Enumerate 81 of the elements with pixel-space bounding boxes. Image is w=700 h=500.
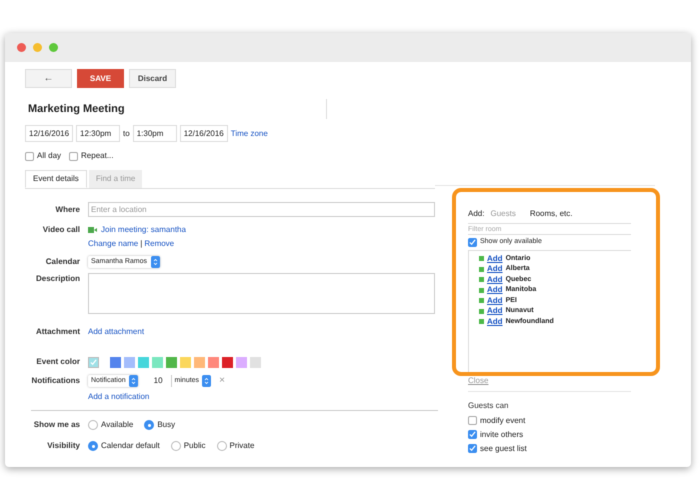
color-swatch[interactable] — [250, 356, 261, 368]
available-square-icon — [479, 256, 484, 262]
to-label: to — [123, 128, 130, 140]
checkbox[interactable] — [25, 152, 34, 160]
select-arrows-icon — [202, 375, 212, 387]
notification-amount-field[interactable]: 10 — [154, 375, 163, 387]
add-room-link[interactable]: Add — [487, 294, 503, 307]
color-swatch[interactable] — [152, 356, 163, 368]
add-room-link[interactable]: Add — [487, 263, 503, 276]
end-time-field[interactable]: 1:30pm — [132, 125, 177, 142]
field-label: Visibility — [46, 440, 80, 452]
select-arrows-icon — [151, 256, 160, 268]
checkbox-label: Repeat... — [81, 150, 114, 162]
description-field[interactable] — [88, 273, 435, 314]
field-label: Video call — [42, 224, 80, 236]
discard-button[interactable]: Discard — [129, 69, 176, 88]
radio-label: Public — [184, 440, 206, 452]
start-time-field[interactable]: 12:30pm — [76, 125, 120, 142]
add-room-link[interactable]: Add — [487, 284, 503, 296]
end-date-field[interactable]: 12/16/2016 — [180, 125, 228, 142]
field-label: Calendar — [44, 256, 80, 268]
field-label: Description — [34, 273, 80, 285]
field-label: Attachment — [34, 326, 80, 338]
checkbox-label: modify event — [480, 414, 526, 426]
color-swatch[interactable] — [236, 356, 247, 368]
radio-button[interactable] — [88, 420, 98, 430]
field-label: Where — [54, 204, 80, 216]
color-swatch[interactable] — [166, 356, 177, 368]
color-swatch[interactable] — [110, 356, 121, 368]
add-attachment-link[interactable]: Add attachment — [88, 326, 144, 338]
field-label: Show me as — [32, 419, 80, 431]
select-arrows-icon — [128, 375, 138, 387]
radio-label: Available — [101, 419, 134, 431]
radio-label: Private — [230, 440, 254, 452]
color-swatch[interactable] — [194, 356, 205, 368]
add-room-link[interactable]: Add — [487, 305, 503, 318]
available-square-icon — [479, 319, 484, 324]
save-button[interactable]: SAVE — [77, 69, 124, 88]
checkbox[interactable] — [468, 238, 477, 247]
separator: | — [140, 238, 142, 250]
add-room-link[interactable]: Add — [487, 274, 503, 286]
radio-label: Calendar default — [101, 440, 160, 452]
tab[interactable]: Event details — [25, 170, 87, 188]
available-square-icon — [479, 298, 484, 304]
guests-can-heading: Guests can — [468, 400, 510, 412]
radio-button[interactable] — [144, 420, 154, 430]
available-square-icon — [479, 266, 484, 272]
checkbox[interactable] — [69, 152, 78, 160]
radio-label: Busy — [157, 419, 176, 431]
location-field[interactable]: Enter a location — [88, 202, 435, 217]
checkbox-label: invite others — [480, 428, 524, 440]
field-label: Notifications — [30, 375, 80, 387]
checkbox-label: see guest list — [480, 442, 527, 454]
remove-link[interactable]: Remove — [144, 238, 174, 250]
color-swatch[interactable] — [208, 356, 219, 368]
join-meeting-link[interactable]: Join meeting: samantha — [101, 224, 186, 236]
add-room-link[interactable]: Add — [487, 252, 503, 265]
add-label: Add: — [468, 208, 484, 220]
radio-button[interactable] — [216, 441, 227, 451]
field-label: Event color — [35, 356, 80, 368]
color-swatch[interactable] — [180, 356, 191, 368]
available-square-icon — [479, 277, 484, 282]
change-name-link[interactable]: Change name — [88, 238, 138, 250]
tab[interactable]: Rooms, etc. — [530, 208, 572, 220]
event-title[interactable]: Marketing Meeting — [28, 100, 125, 118]
available-square-icon — [479, 308, 484, 314]
time-zone-link[interactable]: Time zone — [230, 128, 268, 140]
checkbox[interactable] — [468, 416, 477, 425]
color-swatch[interactable] — [124, 356, 135, 368]
radio-button[interactable] — [88, 441, 98, 451]
add-notification-link[interactable]: Add a notification — [88, 391, 150, 403]
back-button[interactable]: ← — [25, 69, 72, 88]
radio-button[interactable] — [170, 441, 181, 451]
start-date-field[interactable]: 12/16/2016 — [25, 125, 74, 142]
add-room-link[interactable]: Add — [487, 316, 503, 328]
checkbox-label: All day — [37, 150, 62, 162]
video-camera-icon — [88, 227, 97, 233]
color-swatch[interactable] — [138, 356, 149, 368]
color-swatch[interactable] — [88, 356, 99, 368]
available-square-icon — [479, 288, 484, 293]
color-swatch[interactable] — [222, 356, 233, 368]
